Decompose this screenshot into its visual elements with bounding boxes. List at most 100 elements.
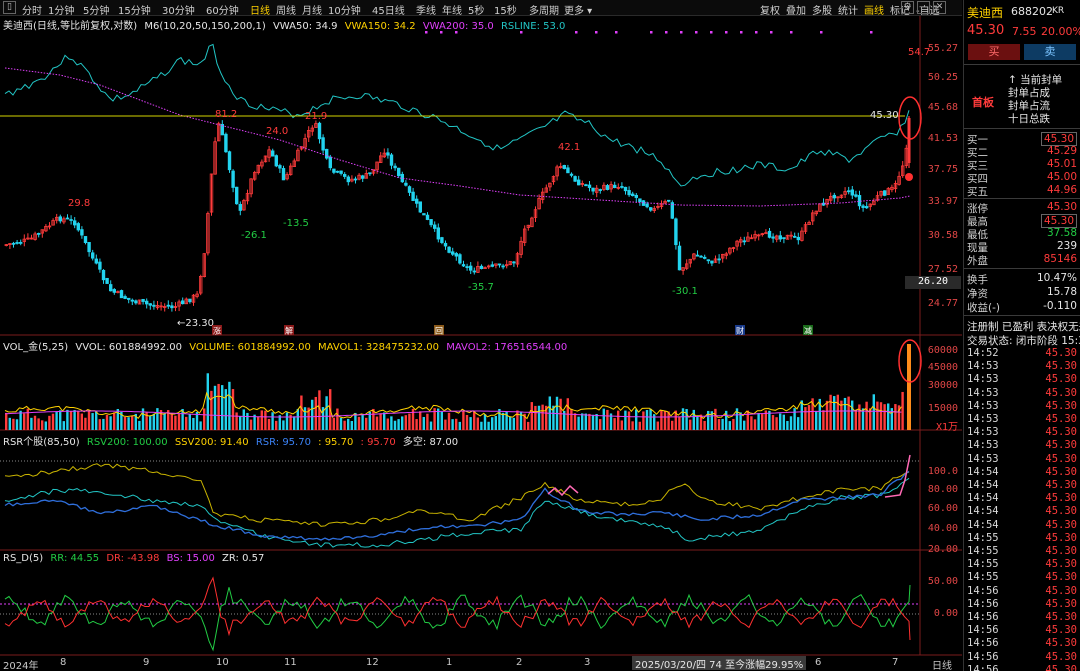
rsr-tick: 60.00 bbox=[927, 503, 958, 514]
volume-bar bbox=[69, 411, 73, 430]
candle-body bbox=[479, 265, 484, 270]
volume-bar bbox=[87, 411, 91, 430]
candle-body bbox=[623, 186, 628, 192]
volume-bar bbox=[109, 416, 112, 430]
volume-bar bbox=[696, 415, 699, 430]
stat-value: 239 bbox=[1056, 240, 1077, 252]
candle-body bbox=[321, 137, 325, 151]
volume-bar bbox=[105, 414, 109, 430]
volume-bar bbox=[613, 418, 616, 430]
volume-bar bbox=[199, 421, 202, 430]
vwa200-line bbox=[4, 67, 911, 207]
board-badge: 首板 bbox=[972, 96, 994, 109]
volume-bar bbox=[314, 396, 317, 430]
price-tick: 37.75 bbox=[927, 164, 958, 175]
candle-body bbox=[634, 194, 638, 198]
price-annotation: 21.9 bbox=[305, 111, 327, 122]
price-annotation: -30.1 bbox=[672, 286, 698, 297]
candle-body bbox=[224, 133, 228, 153]
rsr-title: RSR个股(85,50) bbox=[3, 437, 80, 448]
price-annotation: -13.5 bbox=[283, 218, 309, 229]
rsline-line bbox=[4, 43, 910, 187]
tick-time: 14:54 bbox=[967, 479, 999, 491]
candle-body bbox=[98, 261, 102, 270]
candle-body bbox=[418, 201, 422, 213]
volume-bar bbox=[339, 417, 343, 430]
volume-bar bbox=[95, 411, 98, 430]
volume-bar bbox=[422, 416, 425, 430]
volume-bar bbox=[206, 373, 209, 430]
volume-bar bbox=[264, 410, 267, 430]
tick-row: 14:53 45.30 bbox=[967, 387, 1079, 399]
candle-body bbox=[850, 189, 854, 196]
tick-time: 14:54 bbox=[967, 518, 999, 531]
candle-body bbox=[134, 300, 138, 304]
candle-body bbox=[793, 235, 797, 238]
tick-time: 14:56 bbox=[967, 663, 999, 671]
bid-price: 44.96 bbox=[1046, 184, 1077, 196]
candle-body bbox=[58, 216, 62, 222]
candle-body bbox=[180, 300, 185, 305]
tick-price: 45.30 bbox=[1045, 558, 1077, 571]
volume-bar bbox=[174, 415, 177, 430]
candle-body bbox=[407, 186, 412, 193]
volume-bar bbox=[476, 417, 479, 430]
price-tick: 50.25 bbox=[927, 72, 958, 83]
candle-body bbox=[76, 223, 80, 231]
rsv200-line bbox=[4, 477, 910, 548]
dr-value: DR: -43.98 bbox=[106, 553, 160, 564]
candle-body bbox=[105, 277, 109, 284]
tick-price: 45.30 bbox=[1045, 439, 1077, 452]
tick-price: 45.30 bbox=[1045, 597, 1077, 610]
candle-body bbox=[613, 184, 617, 188]
candle-body bbox=[638, 198, 642, 203]
stat-label: 收益(-) bbox=[967, 302, 1000, 314]
tick-row: 14:55 45.30 bbox=[967, 558, 1079, 570]
candle-body bbox=[620, 186, 624, 188]
candle-body bbox=[440, 237, 444, 243]
sell-button[interactable]: 卖 bbox=[1024, 44, 1076, 60]
event-tag-label: 解 bbox=[285, 326, 293, 336]
x-axis-period-label: 日线 bbox=[932, 661, 952, 671]
candle-body bbox=[227, 151, 232, 171]
candle-body bbox=[87, 242, 91, 253]
price-annotation: 45.30 bbox=[870, 110, 899, 121]
candle-body bbox=[710, 260, 714, 264]
volume-bar bbox=[458, 421, 461, 430]
volume-bar bbox=[509, 416, 512, 430]
volume-bar bbox=[84, 417, 87, 430]
volume-bar bbox=[177, 413, 181, 430]
volume-bar bbox=[638, 421, 641, 430]
volume-bar bbox=[624, 410, 627, 430]
tick-time: 14:52 bbox=[967, 347, 999, 359]
x-axis-month: 12 bbox=[366, 657, 379, 668]
divider bbox=[964, 198, 1080, 199]
tick-row: 14:53 45.30 bbox=[967, 413, 1079, 425]
bid-price: 45.29 bbox=[1046, 145, 1077, 157]
volume-bar bbox=[77, 411, 80, 430]
x-axis-year: 2024年 bbox=[3, 661, 39, 671]
tick-price: 45.30 bbox=[1045, 663, 1077, 671]
candle-body bbox=[231, 170, 235, 188]
volume-bar bbox=[469, 417, 472, 430]
volume-bar bbox=[591, 414, 595, 430]
volume-bar bbox=[494, 415, 497, 430]
volume-bar bbox=[455, 418, 458, 430]
volume-bar bbox=[429, 421, 433, 430]
volume-bar bbox=[771, 415, 775, 430]
buy-button[interactable]: 买 bbox=[968, 44, 1020, 60]
kline-chart[interactable]: 54.745.30←23.3029.881.224.021.942.1-26.1… bbox=[0, 0, 962, 671]
rsr-line bbox=[4, 470, 910, 541]
divider bbox=[964, 64, 1080, 65]
candle-body bbox=[94, 258, 98, 264]
candle-body bbox=[335, 170, 340, 173]
volume-bar bbox=[620, 420, 623, 430]
bid-row[interactable]: 买五 44.96 bbox=[967, 184, 1079, 199]
volume-bar bbox=[757, 412, 760, 430]
candle-body bbox=[645, 203, 649, 208]
range-status-box: 2025/03/20/四 74 至今涨幅29.95% bbox=[632, 656, 807, 671]
candle-body bbox=[584, 184, 588, 187]
tick-row: 14:53 45.30 bbox=[967, 373, 1079, 385]
candle-body bbox=[170, 305, 174, 309]
tick-time: 14:54 bbox=[967, 492, 999, 505]
